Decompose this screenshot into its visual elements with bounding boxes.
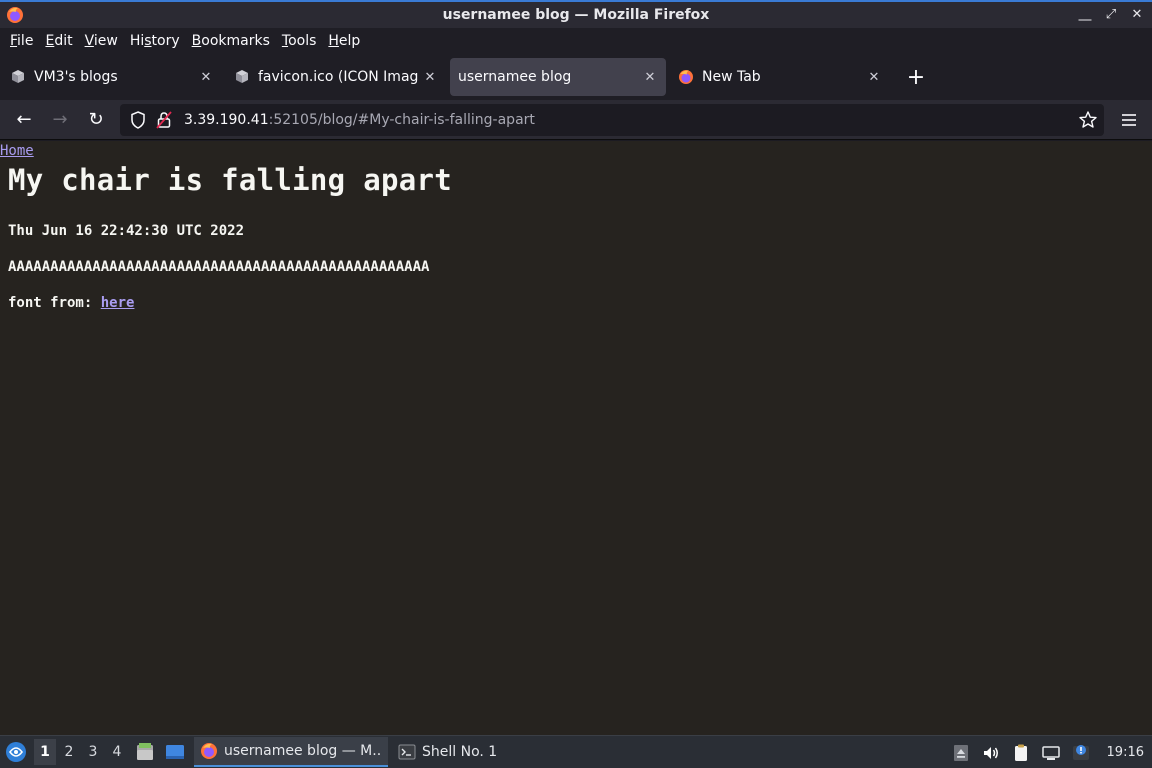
menu-bar: File Edit View History Bookmarks Tools H… xyxy=(0,28,1152,54)
clock[interactable]: 19:16 xyxy=(1107,745,1144,760)
task-label: Shell No. 1 xyxy=(422,744,498,760)
server-icon xyxy=(236,70,248,83)
firefox-icon xyxy=(679,70,693,84)
bookmark-star-icon[interactable] xyxy=(1078,110,1098,130)
server-icon xyxy=(12,70,24,83)
home-link[interactable]: Home xyxy=(0,143,34,159)
minimize-button[interactable]: ⎽ xyxy=(1076,5,1094,23)
reload-button[interactable]: ↻ xyxy=(80,104,112,136)
task-label: usernamee blog — M... xyxy=(224,743,382,759)
tab-close-icon[interactable]: ✕ xyxy=(642,70,658,85)
menu-file[interactable]: File xyxy=(4,33,39,49)
workspace-4[interactable]: 4 xyxy=(106,739,128,765)
menu-bookmarks[interactable]: Bookmarks xyxy=(186,33,276,49)
eject-icon[interactable] xyxy=(951,743,971,763)
tab-favicon[interactable]: favicon.ico (ICON Image, ✕ xyxy=(226,58,446,96)
hamburger-menu-icon[interactable] xyxy=(1118,109,1140,131)
task-shell[interactable]: Shell No. 1 xyxy=(392,737,503,767)
terminal-icon xyxy=(398,744,416,760)
tab-usernamee-blog[interactable]: usernamee blog ✕ xyxy=(450,58,666,96)
firefox-icon xyxy=(7,7,23,23)
tab-vm3-blogs[interactable]: VM3's blogs ✕ xyxy=(2,58,222,96)
volume-icon[interactable] xyxy=(981,743,1001,763)
maximize-button[interactable]: ⤢ xyxy=(1102,5,1120,23)
back-button[interactable]: ← xyxy=(8,104,40,136)
tab-close-icon[interactable]: ✕ xyxy=(422,70,438,85)
font-source-link[interactable]: here xyxy=(101,295,135,311)
tab-strip: VM3's blogs ✕ favicon.ico (ICON Image, ✕… xyxy=(0,54,1152,100)
workspace-3[interactable]: 3 xyxy=(82,739,104,765)
tab-close-icon[interactable]: ✕ xyxy=(198,70,214,85)
system-tray: 19:16 xyxy=(951,736,1144,768)
task-firefox[interactable]: usernamee blog — M... xyxy=(194,737,388,767)
menu-view[interactable]: View xyxy=(79,33,124,49)
post-date: Thu Jun 16 22:42:30 UTC 2022 xyxy=(8,223,245,239)
taskbar: 1 2 3 4 usernamee blog — M... Shell No. … xyxy=(0,735,1152,768)
new-tab-button[interactable]: + xyxy=(902,63,930,91)
post-title: My chair is falling apart xyxy=(8,163,452,197)
tab-label: favicon.ico (ICON Image, xyxy=(258,69,418,85)
tab-close-icon[interactable]: ✕ xyxy=(866,70,882,85)
menu-history[interactable]: History xyxy=(124,33,186,49)
notification-icon[interactable] xyxy=(1071,743,1091,763)
shield-icon[interactable] xyxy=(128,110,148,130)
forward-button[interactable]: → xyxy=(44,104,76,136)
tab-label: usernamee blog xyxy=(458,69,572,85)
tab-label: VM3's blogs xyxy=(34,69,118,85)
file-manager-icon[interactable] xyxy=(134,741,156,763)
window-title: usernamee blog — Mozilla Firefox xyxy=(442,7,710,23)
navigation-toolbar: ← → ↻ 3.39.190.41:52105/blog/#My-chair-i… xyxy=(0,100,1152,140)
workspace-1[interactable]: 1 xyxy=(34,739,56,765)
insecure-lock-icon[interactable] xyxy=(154,110,174,130)
workspace-2[interactable]: 2 xyxy=(58,739,80,765)
tab-new-tab[interactable]: New Tab ✕ xyxy=(670,58,890,96)
menu-tools[interactable]: Tools xyxy=(276,33,323,49)
menu-help[interactable]: Help xyxy=(322,33,366,49)
desktop-icon[interactable] xyxy=(164,741,186,763)
network-icon[interactable] xyxy=(1041,743,1061,763)
close-button[interactable]: ✕ xyxy=(1128,5,1146,23)
post-body: AAAAAAAAAAAAAAAAAAAAAAAAAAAAAAAAAAAAAAAA… xyxy=(8,259,430,275)
start-menu-icon[interactable] xyxy=(4,740,28,764)
clipboard-icon[interactable] xyxy=(1011,743,1031,763)
font-credit: font from: here xyxy=(8,295,135,311)
tab-label: New Tab xyxy=(702,69,761,85)
menu-edit[interactable]: Edit xyxy=(39,33,78,49)
url-text[interactable]: 3.39.190.41:52105/blog/#My-chair-is-fall… xyxy=(184,112,535,128)
page-content: Home My chair is falling apart Thu Jun 1… xyxy=(0,141,1152,735)
window-titlebar: usernamee blog — Mozilla Firefox ⎽ ⤢ ✕ xyxy=(0,0,1152,28)
firefox-icon xyxy=(201,743,217,759)
window-controls: ⎽ ⤢ ✕ xyxy=(1076,5,1146,23)
url-bar[interactable]: 3.39.190.41:52105/blog/#My-chair-is-fall… xyxy=(120,104,1104,136)
